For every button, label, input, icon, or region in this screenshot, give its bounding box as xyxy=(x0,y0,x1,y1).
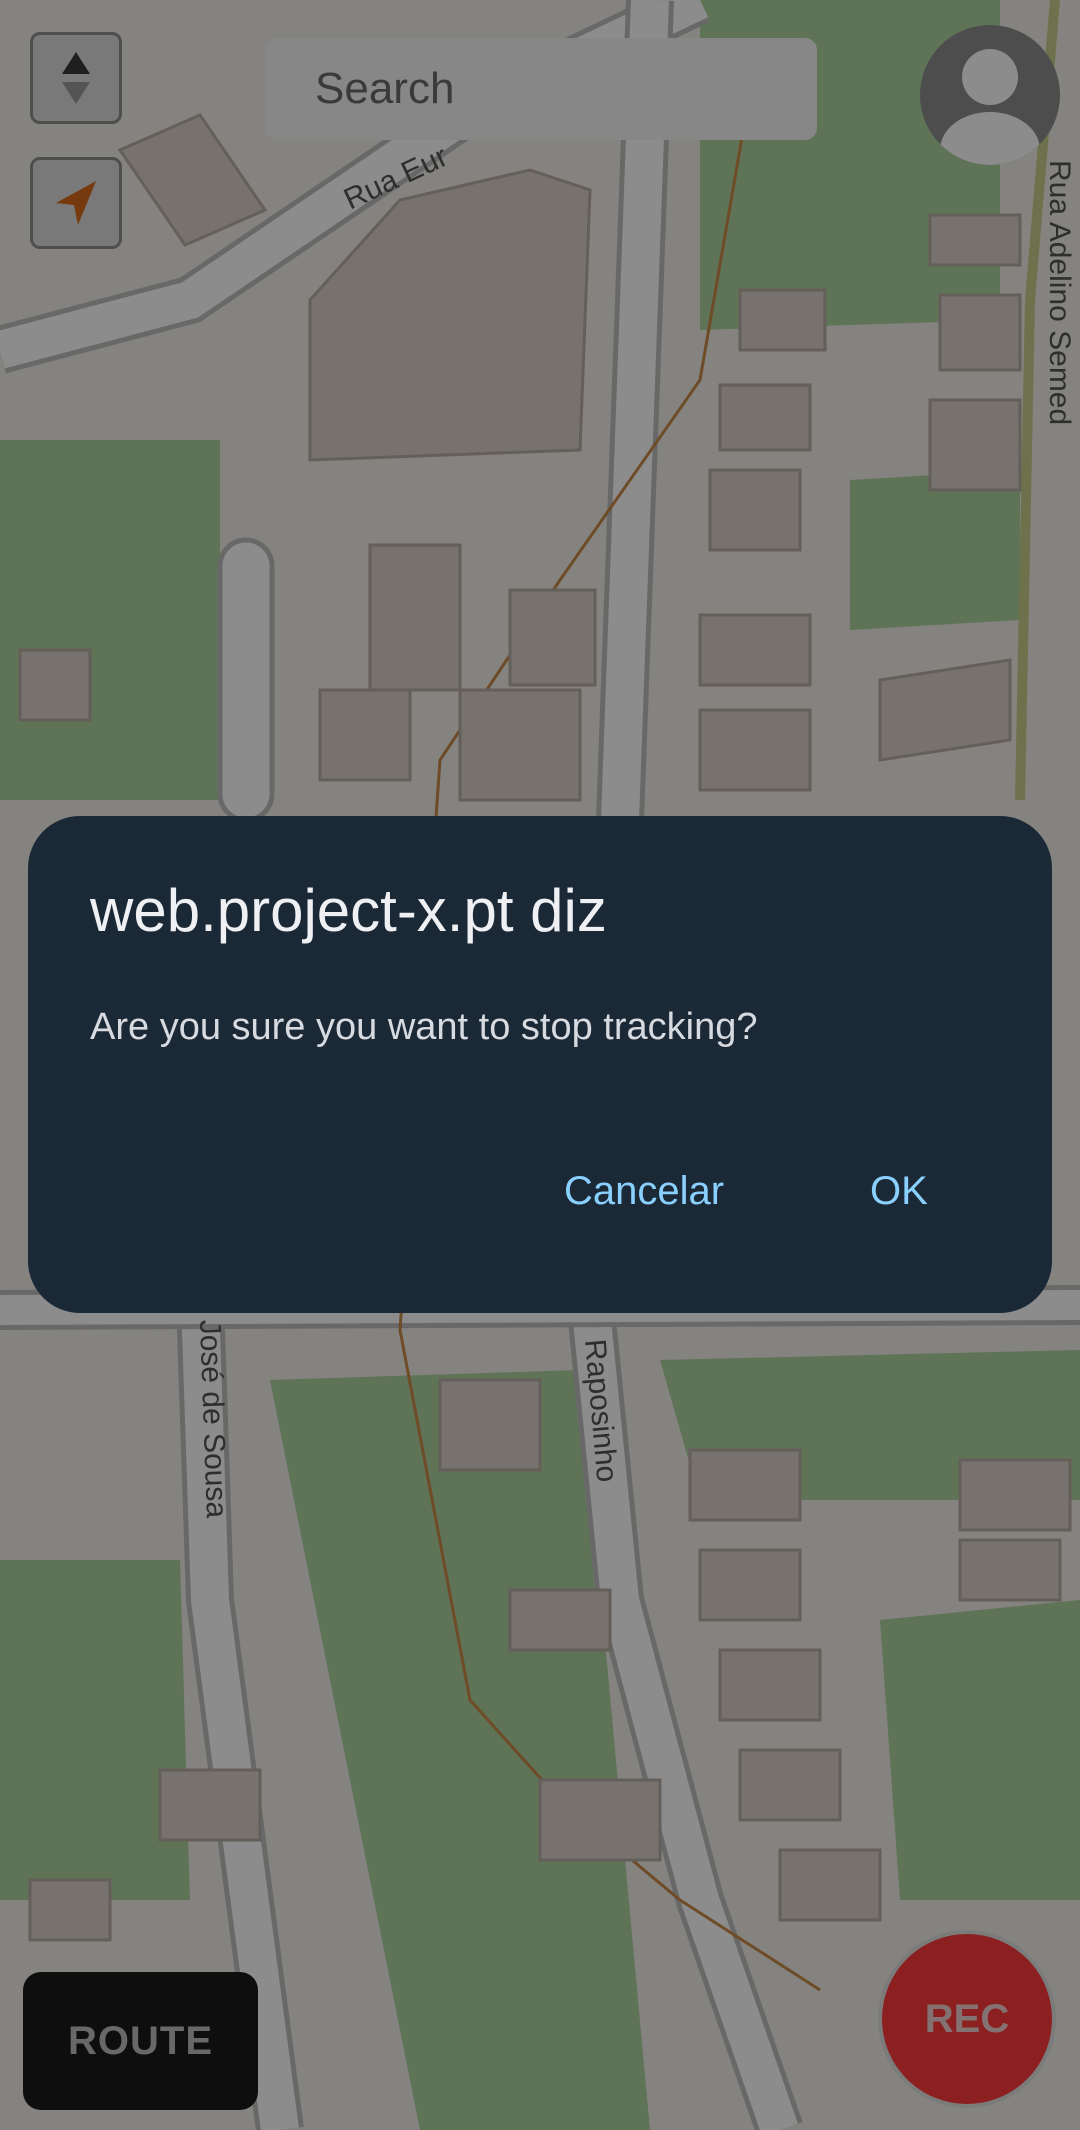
ok-button[interactable]: OK xyxy=(864,1168,934,1215)
cancel-button[interactable]: Cancelar xyxy=(558,1168,730,1215)
dialog-title: web.project-x.pt diz xyxy=(90,877,607,944)
confirm-dialog: web.project-x.pt diz Are you sure you wa… xyxy=(28,816,1052,1313)
dialog-message: Are you sure you want to stop tracking? xyxy=(90,1006,758,1048)
